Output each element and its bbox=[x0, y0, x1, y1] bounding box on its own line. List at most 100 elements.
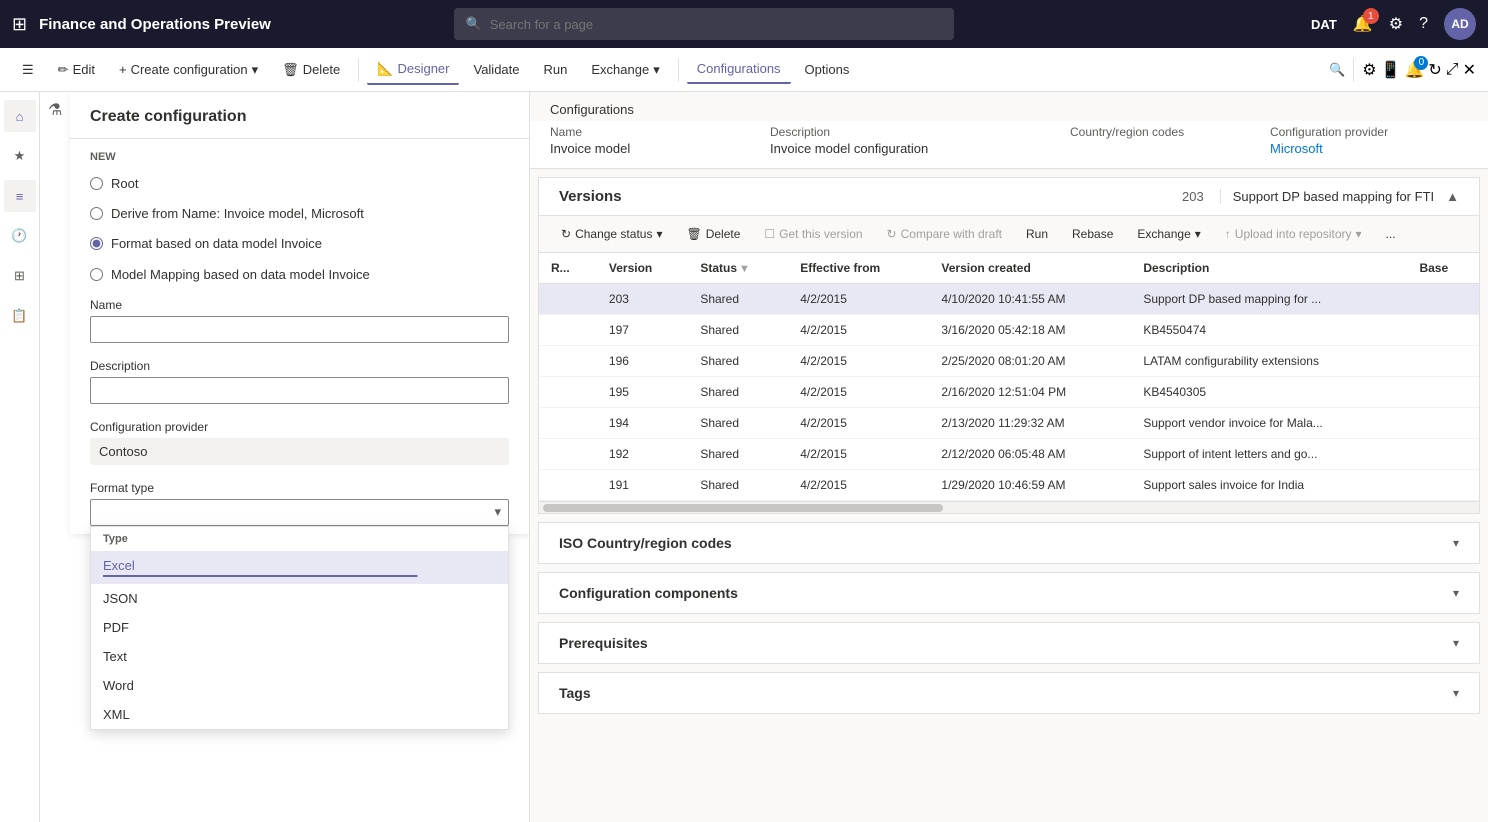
radio-model-mapping[interactable]: Model Mapping based on data model Invoic… bbox=[70, 260, 529, 290]
config-components-header[interactable]: Configuration components ▾ bbox=[539, 573, 1479, 613]
create-config-dropdown-icon: ▾ bbox=[252, 62, 259, 78]
col-version[interactable]: Version bbox=[597, 253, 688, 284]
col-description[interactable]: Description bbox=[1131, 253, 1407, 284]
table-header-row: R... Version Status▼ Effective from Vers… bbox=[539, 253, 1479, 284]
col-base: Base bbox=[1407, 253, 1479, 284]
config-provider-col-value[interactable]: Microsoft bbox=[1270, 141, 1468, 156]
versions-delete-button[interactable]: 🗑 Delete bbox=[676, 222, 750, 246]
sidebar-icon-home[interactable]: ⌂ bbox=[4, 100, 36, 132]
filter-icon[interactable]: ⚗ bbox=[48, 100, 62, 120]
delete-button[interactable]: 🗑 Delete bbox=[272, 56, 350, 84]
table-row[interactable]: 191Shared4/2/20151/29/2020 10:46:59 AMSu… bbox=[539, 470, 1479, 501]
dropdown-item-excel[interactable]: Excel bbox=[91, 551, 508, 584]
refresh-icon[interactable]: ↻ bbox=[1428, 60, 1441, 80]
notifications-icon[interactable]: 🔔 1 bbox=[1353, 14, 1373, 34]
radio-model-input[interactable] bbox=[90, 268, 103, 281]
scroll-thumb[interactable] bbox=[543, 504, 943, 512]
expand-icon[interactable]: ⤢ bbox=[1446, 61, 1459, 79]
badge-icon[interactable]: 🔔 0 bbox=[1404, 60, 1424, 80]
sidebar-icon-lines[interactable]: ≡ bbox=[4, 180, 36, 212]
table-row[interactable]: 203Shared4/2/20154/10/2020 10:41:55 AMSu… bbox=[539, 284, 1479, 315]
search-bar[interactable]: 🔍 bbox=[454, 8, 954, 40]
help-icon[interactable]: ? bbox=[1419, 15, 1428, 33]
config-desc-label: Description bbox=[770, 125, 1070, 139]
versions-run-button[interactable]: Run bbox=[1016, 222, 1058, 246]
hamburger-icon: ☰ bbox=[22, 62, 34, 78]
config-provider-col-label: Configuration provider bbox=[1270, 125, 1468, 139]
format-type-input[interactable] bbox=[90, 499, 509, 526]
versions-more-button[interactable]: ... bbox=[1376, 222, 1406, 246]
mobile-icon[interactable]: 📱 bbox=[1381, 60, 1401, 80]
avatar[interactable]: AD bbox=[1444, 8, 1476, 40]
compare-draft-button[interactable]: ↻ Compare with draft bbox=[877, 222, 1012, 246]
table-scrollbar[interactable] bbox=[539, 501, 1479, 513]
nav-toggle-button[interactable]: ☰ bbox=[12, 56, 44, 84]
radio-derive-input[interactable] bbox=[90, 207, 103, 220]
cell-1: 191 bbox=[597, 470, 688, 501]
cell-6 bbox=[1407, 377, 1479, 408]
cell-5: LATAM configurability extensions bbox=[1131, 346, 1407, 377]
sidebar-icon-grid[interactable]: ⊞ bbox=[4, 260, 36, 292]
settings-toolbar-icon[interactable]: ⚙ bbox=[1362, 60, 1376, 80]
versions-run-label: Run bbox=[1026, 227, 1048, 241]
col-version-created[interactable]: Version created bbox=[929, 253, 1131, 284]
cell-4: 1/29/2020 10:46:59 AM bbox=[929, 470, 1131, 501]
table-row[interactable]: 192Shared4/2/20152/12/2020 06:05:48 AMSu… bbox=[539, 439, 1479, 470]
sidebar-icon-list[interactable]: 📋 bbox=[4, 300, 36, 332]
exchange-button[interactable]: Exchange ▾ bbox=[581, 56, 669, 84]
radio-root[interactable]: Root bbox=[70, 169, 529, 199]
radio-derive[interactable]: Derive from Name: Invoice model, Microso… bbox=[70, 199, 529, 229]
validate-button[interactable]: Validate bbox=[463, 56, 529, 83]
search-toolbar-icon[interactable]: 🔍 bbox=[1329, 62, 1345, 78]
table-row[interactable]: 196Shared4/2/20152/25/2020 08:01:20 AMLA… bbox=[539, 346, 1479, 377]
prerequisites-header[interactable]: Prerequisites ▾ bbox=[539, 623, 1479, 663]
dropdown-item-xml[interactable]: XML bbox=[91, 700, 508, 729]
sidebar-icon-clock[interactable]: 🕐 bbox=[4, 220, 36, 252]
name-input[interactable]: Free text invoice (Contoso) bbox=[90, 316, 509, 343]
dropdown-item-pdf[interactable]: PDF bbox=[91, 613, 508, 642]
run-button[interactable]: Run bbox=[534, 56, 578, 83]
config-country-col: Country/region codes bbox=[1070, 125, 1270, 156]
iso-section-header[interactable]: ISO Country/region codes ▾ bbox=[539, 523, 1479, 563]
app-grid-icon[interactable]: ⊞ bbox=[12, 14, 27, 35]
tags-collapse-icon: ▾ bbox=[1453, 686, 1459, 700]
configurations-tab[interactable]: Configurations bbox=[687, 55, 791, 84]
col-status[interactable]: Status▼ bbox=[688, 253, 788, 284]
col-effective-from[interactable]: Effective from bbox=[788, 253, 929, 284]
dropdown-item-word[interactable]: Word bbox=[91, 671, 508, 700]
create-config-button[interactable]: + Create configuration ▾ bbox=[109, 56, 268, 84]
options-tab[interactable]: Options bbox=[795, 56, 860, 83]
format-type-dropdown-arrow[interactable]: ▾ bbox=[494, 504, 501, 520]
table-row[interactable]: 195Shared4/2/20152/16/2020 12:51:04 PMKB… bbox=[539, 377, 1479, 408]
dropdown-item-text[interactable]: Text bbox=[91, 642, 508, 671]
upload-repository-button[interactable]: ↑ Upload into repository ▾ bbox=[1215, 222, 1372, 246]
separator-1 bbox=[358, 58, 359, 82]
sidebar-icon-star[interactable]: ★ bbox=[4, 140, 36, 172]
radio-format-based[interactable]: Format based on data model Invoice bbox=[70, 229, 529, 259]
cell-0 bbox=[539, 315, 597, 346]
change-status-button[interactable]: ↻ Change status ▾ bbox=[551, 222, 672, 246]
rebase-label: Rebase bbox=[1072, 227, 1113, 241]
close-icon[interactable]: ✕ bbox=[1463, 60, 1476, 80]
versions-collapse-icon[interactable]: ▲ bbox=[1446, 189, 1459, 204]
get-this-version-button[interactable]: ☐ Get this version bbox=[754, 222, 872, 246]
sidebar: ⌂ ★ ≡ 🕐 ⊞ 📋 bbox=[0, 92, 40, 822]
create-config-panel: Create configuration New Root Derive fro… bbox=[70, 92, 529, 534]
tags-header[interactable]: Tags ▾ bbox=[539, 673, 1479, 713]
description-input[interactable] bbox=[90, 377, 509, 404]
cell-2: Shared bbox=[688, 439, 788, 470]
designer-button[interactable]: 📐 Designer bbox=[367, 55, 459, 85]
table-row[interactable]: 194Shared4/2/20152/13/2020 11:29:32 AMSu… bbox=[539, 408, 1479, 439]
rebase-button[interactable]: Rebase bbox=[1062, 222, 1123, 246]
versions-exchange-button[interactable]: Exchange ▾ bbox=[1127, 222, 1210, 246]
edit-button[interactable]: ✏ Edit bbox=[48, 56, 105, 84]
radio-format-input[interactable] bbox=[90, 237, 103, 250]
search-input[interactable] bbox=[490, 17, 942, 32]
cell-4: 2/12/2020 06:05:48 AM bbox=[929, 439, 1131, 470]
config-desc-col: Description Invoice model configuration bbox=[770, 125, 1070, 156]
radio-root-input[interactable] bbox=[90, 177, 103, 190]
dropdown-item-json[interactable]: JSON bbox=[91, 584, 508, 613]
settings-icon[interactable]: ⚙ bbox=[1389, 14, 1403, 34]
table-row[interactable]: 197Shared4/2/20153/16/2020 05:42:18 AMKB… bbox=[539, 315, 1479, 346]
cell-5: Support of intent letters and go... bbox=[1131, 439, 1407, 470]
